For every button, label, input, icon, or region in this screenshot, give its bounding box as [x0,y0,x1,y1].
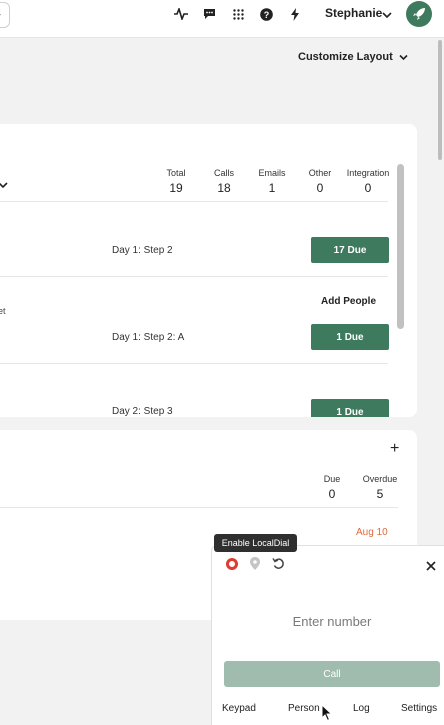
call-button[interactable]: Call [224,661,440,687]
truncated-text: et [0,306,6,316]
stat-label: Due [323,474,341,484]
stat-total: Total 19 [151,168,201,195]
divider [0,276,388,277]
stat-integration: Integration 0 [343,168,393,195]
dialer-panel: Call Keypad Person Log Settings [211,545,444,725]
due-button[interactable]: 17 Due [311,237,389,263]
stat-overdue: Overdue 5 [355,474,405,501]
tab-person[interactable]: Person [288,703,320,714]
add-people-link[interactable]: Add People [321,296,376,307]
phone-number-input[interactable] [232,610,432,632]
sequences-card: Total 19 Calls 18 Emails 1 Other 0 Integ… [0,124,417,417]
stat-label: Other [308,168,332,178]
location-pin-icon[interactable] [250,557,262,571]
chevron-down-icon[interactable] [0,176,8,189]
stat-label: Overdue [362,474,398,484]
card-scrollbar-thumb[interactable] [397,164,404,329]
stat-value: 0 [316,181,324,195]
stat-label: Calls [213,168,234,178]
stat-value: 5 [376,487,384,501]
stat-value: 19 [169,181,183,195]
help-icon[interactable]: ? [258,6,274,22]
step-label: Day 1: Step 2 [112,245,173,256]
due-button[interactable]: 1 Due [311,399,389,417]
page-scrollbar-thumb[interactable] [438,40,442,160]
chevron-down-icon[interactable] [382,6,394,19]
tab-settings[interactable]: Settings [401,703,437,714]
localdial-tooltip: Enable LocalDial [214,534,297,552]
stat-other: Other 0 [295,168,345,195]
stat-due: Due 0 [307,474,357,501]
grid-icon[interactable] [230,6,246,22]
close-icon[interactable] [426,558,438,571]
mouse-pointer-icon [321,703,333,722]
top-bar: › ? Stephanie [0,0,444,38]
card-scrollbar[interactable] [397,164,404,414]
tab-keypad[interactable]: Keypad [222,703,256,714]
stat-label: Total [166,168,186,178]
rocket-icon[interactable] [406,1,432,27]
stat-value: 0 [364,181,372,195]
bolt-icon[interactable] [287,6,303,22]
undo-icon[interactable] [272,557,286,571]
stat-emails: Emails 1 [247,168,297,195]
customize-layout-label: Customize Layout [298,51,393,63]
stat-label: Integration [346,168,390,178]
chat-icon[interactable] [201,6,217,22]
stat-label: Emails [258,168,286,178]
add-button[interactable]: + [390,440,406,460]
chevron-right-icon: › [0,7,1,21]
svg-text:?: ? [263,10,269,20]
customize-layout-button[interactable]: Customize Layout [298,51,408,63]
stat-calls: Calls 18 [199,168,249,195]
divider [0,363,388,364]
task-date: Aug 10 [356,527,388,538]
chevron-down-icon [399,54,408,60]
tab-log[interactable]: Log [353,703,370,714]
activity-icon[interactable] [173,6,189,22]
step-label: Day 2: Step 3 [112,406,173,417]
collapse-tab[interactable]: › [0,2,10,28]
stat-value: 18 [217,181,231,195]
divider [0,201,388,202]
divider [0,507,398,508]
due-button[interactable]: 1 Due [311,324,389,350]
user-menu-name[interactable]: Stephanie [325,6,382,20]
step-label: Day 1: Step 2: A [112,332,185,343]
stat-value: 0 [328,487,336,501]
stat-value: 1 [268,181,276,195]
record-icon[interactable] [226,558,238,570]
